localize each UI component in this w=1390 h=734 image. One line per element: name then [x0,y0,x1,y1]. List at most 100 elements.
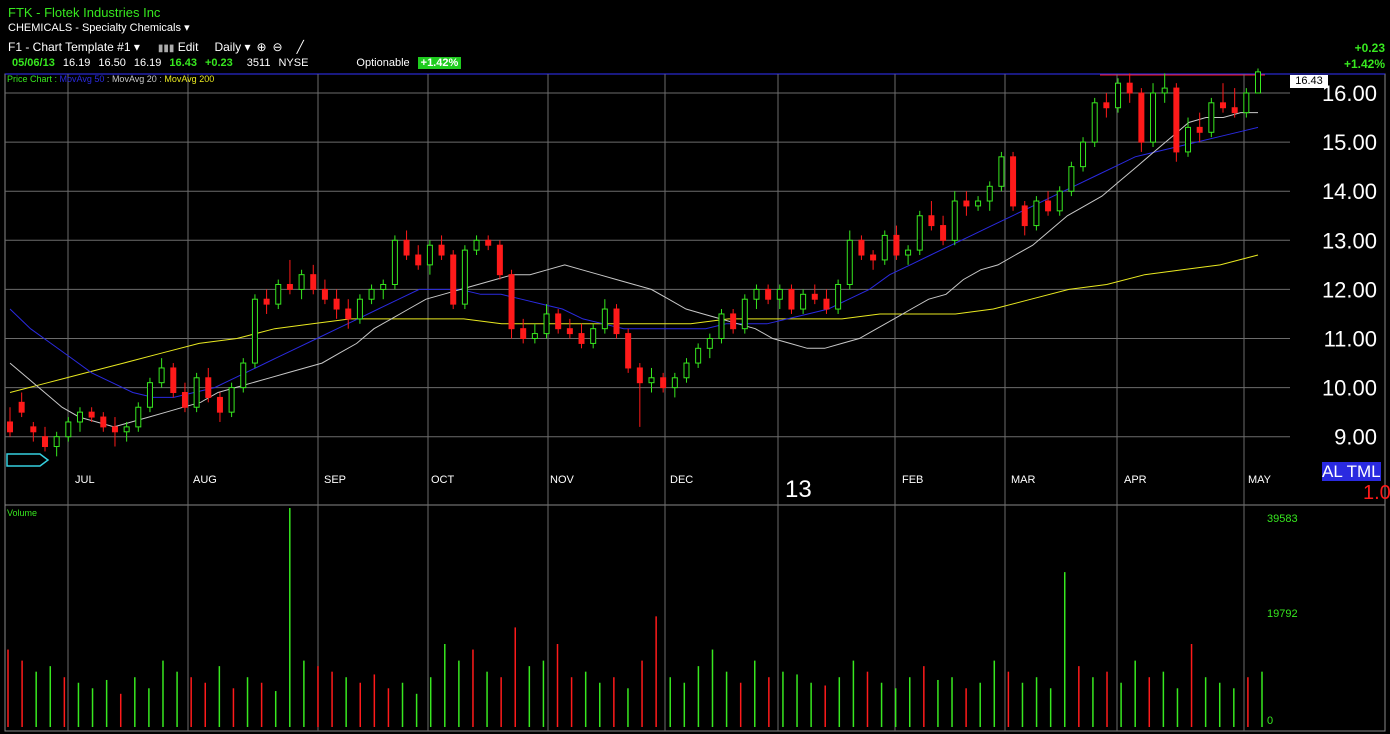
candle-body [158,367,165,384]
candle-body [1220,102,1227,109]
x-tick-label: DEC [670,474,693,486]
candle-body [438,244,445,256]
candle-body [730,313,737,330]
candle-body [1196,126,1203,133]
volume-tick-label: 19792 [1267,608,1298,620]
candle-body [998,156,1005,187]
y-tick-label: 13.00 [1322,228,1377,253]
candle-body [823,298,830,310]
candle-body [286,283,293,290]
candle-body [1231,107,1238,114]
chart-frame [4,73,1386,732]
candle-body [1161,87,1168,94]
candle-body [263,298,270,305]
candle-body [986,185,993,202]
candle-body [181,392,188,408]
candle-body [240,362,247,389]
ma200-line [9,254,1259,393]
candle-body [695,347,702,364]
x-tick-label: JUL [75,474,95,486]
y-tick-label: 10.00 [1322,376,1377,401]
y-tick-label: 11.00 [1324,327,1377,352]
candle-body [531,333,538,339]
candle-body [310,274,317,290]
candle-body [846,239,853,285]
candle-body [275,283,282,305]
candle-body [765,288,772,300]
candle-body [76,411,83,423]
candle-body [811,293,818,300]
candle-body [111,426,118,433]
candle-body [403,239,410,256]
candle-body [426,244,433,266]
candle-body [1138,92,1145,143]
chart-legend: Price Chart : MovAvg 50 : MovAvg 20 : Mo… [7,74,215,84]
candle-body [520,328,527,339]
candle-body [835,283,842,310]
candle-body [601,308,608,330]
candle-body [1010,156,1017,207]
candle-body [380,283,387,290]
price-chart[interactable]: 9.00 10.00 11.00 12.00 13.00 14.00 15.00 16.00 J… [0,0,1390,734]
year-marker: 13 [785,476,812,503]
x-tick-label: NOV [550,474,575,486]
candle-body [590,328,597,344]
legend-ma50: MovAvg 50 [59,74,105,84]
candle-body [881,234,888,261]
candle-body [625,333,632,369]
candle-body [543,313,550,335]
candle-body [1243,92,1250,114]
candle-body [41,436,48,448]
candle-body [391,239,398,285]
candle-body [205,377,212,398]
current-price-label: 16.43 [1290,75,1328,88]
candle-body [555,313,562,330]
candle-body [135,406,142,428]
x-tick-label: AUG [193,474,217,486]
candle-body [870,254,877,261]
candle-body [1185,126,1192,153]
candle-body [636,367,643,384]
candle-body [193,377,200,408]
candle-body [928,215,935,227]
candle-body [940,225,947,241]
candle-body [53,436,60,448]
candle-body [30,426,37,433]
candle-body [216,396,223,413]
candle-body [368,288,375,300]
candle-body [123,426,130,433]
legend-price: Price Chart : [7,74,58,84]
cursor-marker-icon [6,453,50,467]
candle-body [228,387,235,413]
candle-body [718,313,725,340]
right-red-value: 1.0 [1363,482,1390,504]
candle-body [566,328,573,335]
legend-ma20: MovAvg 20 [111,74,157,84]
candle-body [951,200,958,241]
candle-body [18,401,25,413]
candle-body [450,254,457,305]
candle-body [613,308,620,335]
x-tick-label: SEP [324,474,346,486]
candle-body [776,288,783,300]
x-tick-label: FEB [902,474,923,486]
candle-body [170,367,177,394]
candle-body [415,254,422,266]
y-tick-label: 14.00 [1322,179,1377,204]
candle-body [1126,82,1133,94]
candle-body [753,288,760,300]
candle-body [975,200,982,207]
candle-body [496,244,503,276]
candle-body [741,298,748,330]
candle-body [356,298,363,320]
candle-body [298,274,305,290]
y-tick-label: 9.00 [1334,425,1377,450]
x-tick-label: OCT [431,474,455,486]
candle-body [916,215,923,251]
candle-body [461,249,468,305]
candle-body [1068,166,1075,192]
y-tick-label: 16.00 [1322,81,1377,106]
candle-body [1056,190,1063,212]
candle-body [1115,82,1122,109]
al-tml-text: AL TML [1322,462,1381,481]
